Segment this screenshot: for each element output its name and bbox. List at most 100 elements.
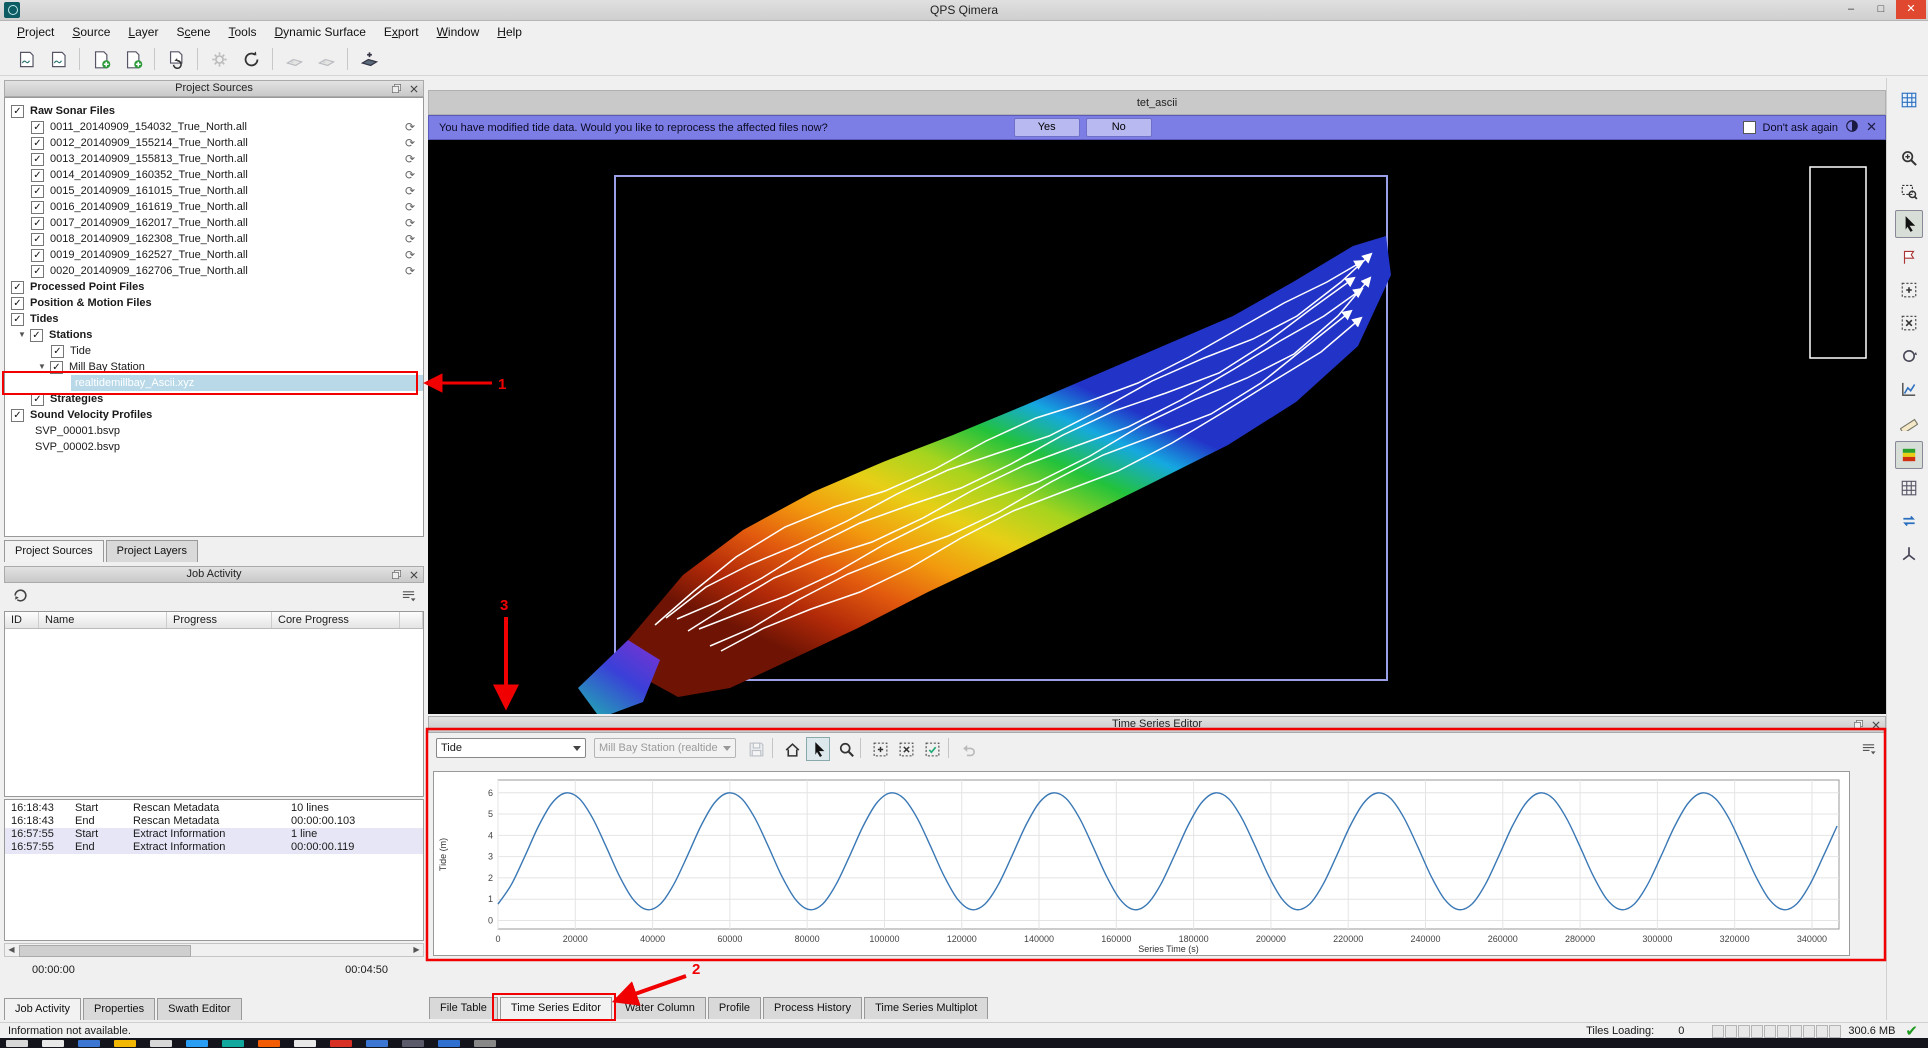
tree-item[interactable]: ✓0019_20140909_162527_True_North.all⟳ <box>5 247 423 263</box>
menu-item-export[interactable]: Export <box>375 22 428 42</box>
no-button[interactable]: No <box>1086 118 1152 137</box>
checkbox[interactable]: ✓ <box>31 201 44 214</box>
project-sources-tree[interactable]: ✓Raw Sonar Files✓0011_20140909_154032_Tr… <box>4 97 424 537</box>
tree-item[interactable]: ▼✓Stations <box>5 327 423 343</box>
taskbar-app-icon[interactable] <box>42 1040 64 1047</box>
scroll-left-icon[interactable]: ◀ <box>5 944 18 956</box>
zoom-in-icon[interactable] <box>1895 144 1923 172</box>
checkbox[interactable]: ✓ <box>11 409 24 422</box>
checkbox[interactable]: ✓ <box>31 393 44 406</box>
panel-menu-icon[interactable] <box>1861 741 1876 759</box>
close-notification-icon[interactable] <box>1866 121 1877 135</box>
column-header-progress[interactable]: Progress <box>167 612 272 628</box>
checkbox[interactable]: ✓ <box>31 249 44 262</box>
tide-chart[interactable]: 0200004000060000800001000001200001400001… <box>433 771 1850 956</box>
menu-item-scene[interactable]: Scene <box>167 22 219 42</box>
column-header-name[interactable]: Name <box>39 612 167 628</box>
delete-selection-icon[interactable] <box>894 737 918 761</box>
tree-item[interactable]: ✓0017_20140909_162017_True_North.all⟳ <box>5 215 423 231</box>
job-activity-log[interactable]: 16:18:43StartRescan Metadata10 lines16:1… <box>4 799 424 941</box>
build-dynamic-surface-icon[interactable] <box>280 45 308 73</box>
select-cursor-icon[interactable] <box>806 737 830 761</box>
checkbox[interactable]: ✓ <box>11 313 24 326</box>
checkbox[interactable]: ✓ <box>30 329 43 342</box>
tab-process-history[interactable]: Process History <box>763 997 862 1019</box>
menu-item-window[interactable]: Window <box>428 22 489 42</box>
scroll-right-icon[interactable]: ▶ <box>410 944 423 956</box>
windows-taskbar[interactable] <box>0 1038 1928 1048</box>
taskbar-app-icon[interactable] <box>438 1040 460 1047</box>
minimize-icon[interactable]: – <box>1836 0 1866 19</box>
checkbox[interactable]: ✓ <box>11 297 24 310</box>
taskbar-app-icon[interactable] <box>474 1040 496 1047</box>
menu-item-help[interactable]: Help <box>488 22 531 42</box>
tab-profile[interactable]: Profile <box>708 997 761 1019</box>
checkbox[interactable]: ✓ <box>11 281 24 294</box>
menu-item-tools[interactable]: Tools <box>219 22 265 42</box>
menu-item-project[interactable]: Project <box>8 22 63 42</box>
home-view-icon[interactable] <box>780 737 804 761</box>
select-cursor-icon[interactable] <box>1895 210 1923 238</box>
tab-time-series-editor[interactable]: Time Series Editor <box>500 997 612 1019</box>
column-header-id[interactable]: ID <box>5 612 39 628</box>
colormap-icon[interactable] <box>1895 441 1923 469</box>
tree-item[interactable]: ✓0018_20140909_162308_True_North.all⟳ <box>5 231 423 247</box>
tree-item[interactable]: ✓Position & Motion Files <box>5 295 423 311</box>
close-panel-icon[interactable] <box>407 568 420 581</box>
tree-item[interactable]: ✓Tide <box>5 343 423 359</box>
title-bar[interactable]: QPS Qimera – □ ✕ <box>0 0 1928 21</box>
tree-item[interactable]: ✓0011_20140909_154032_True_North.all⟳ <box>5 119 423 135</box>
menu-item-dynamic-surface[interactable]: Dynamic Surface <box>266 22 375 42</box>
checkbox[interactable]: ✓ <box>31 185 44 198</box>
tab-swath-editor[interactable]: Swath Editor <box>157 998 241 1020</box>
checkbox[interactable]: ✓ <box>31 217 44 230</box>
tree-item[interactable]: ✓Tides <box>5 311 423 327</box>
rotate-view-icon[interactable] <box>1895 342 1923 370</box>
zoom-window-icon[interactable] <box>1895 177 1923 205</box>
expander-icon[interactable]: ▼ <box>37 362 47 372</box>
taskbar-app-icon[interactable] <box>330 1040 352 1047</box>
add-raw-file-icon[interactable] <box>87 45 115 73</box>
float-panel-icon[interactable] <box>390 568 403 581</box>
close-icon[interactable]: ✕ <box>1896 0 1926 19</box>
tree-item[interactable]: ✓0012_20140909_155214_True_North.all⟳ <box>5 135 423 151</box>
add-raw-sonar-files-icon[interactable] <box>12 45 40 73</box>
tree-item-selected[interactable]: realtidemillbay_Ascii.xyz <box>5 375 423 391</box>
taskbar-app-icon[interactable] <box>294 1040 316 1047</box>
expander-icon[interactable]: ▼ <box>17 330 27 340</box>
tree-item[interactable]: ✓0020_20140909_162706_True_North.all⟳ <box>5 263 423 279</box>
profile-chart-icon[interactable] <box>1895 375 1923 403</box>
sync-icon[interactable]: ⟳ <box>405 152 415 166</box>
reprocess-icon[interactable] <box>237 45 265 73</box>
series-type-dropdown[interactable]: Tide <box>436 738 586 758</box>
close-panel-icon[interactable] <box>407 82 420 95</box>
swap-views-icon[interactable] <box>1895 507 1923 535</box>
tab-project-sources[interactable]: Project Sources <box>4 540 104 562</box>
checkbox[interactable]: ✓ <box>51 345 64 358</box>
taskbar-app-icon[interactable] <box>6 1040 28 1047</box>
taskbar-app-icon[interactable] <box>366 1040 388 1047</box>
tree-item[interactable]: ✓0016_20140909_161619_True_North.all⟳ <box>5 199 423 215</box>
column-header-core-progress[interactable]: Core Progress <box>272 612 400 628</box>
job-activity-table[interactable]: IDNameProgressCore Progress <box>4 611 424 797</box>
checkbox[interactable]: ✓ <box>31 137 44 150</box>
tab-project-layers[interactable]: Project Layers <box>106 540 198 562</box>
taskbar-app-icon[interactable] <box>114 1040 136 1047</box>
checkbox[interactable]: ✓ <box>31 169 44 182</box>
sync-icon[interactable]: ⟳ <box>405 184 415 198</box>
select-rect-icon[interactable] <box>1895 276 1923 304</box>
tree-item[interactable]: ✓Processed Point Files <box>5 279 423 295</box>
scene-3d-view[interactable] <box>428 140 1886 714</box>
taskbar-app-icon[interactable] <box>402 1040 424 1047</box>
menu-item-layer[interactable]: Layer <box>119 22 167 42</box>
tree-item[interactable]: ✓0013_20140909_155813_True_North.all⟳ <box>5 151 423 167</box>
tree-item[interactable]: ✓0015_20140909_161015_True_North.all⟳ <box>5 183 423 199</box>
log-row[interactable]: 16:18:43StartRescan Metadata10 lines <box>5 802 423 815</box>
interrogate-icon[interactable] <box>1895 243 1923 271</box>
select-polygon-icon[interactable] <box>1895 309 1923 337</box>
checkbox[interactable]: ✓ <box>31 121 44 134</box>
log-row[interactable]: 16:57:55StartExtract Information1 line <box>5 828 423 841</box>
tree-item[interactable]: SVP_00001.bsvp <box>5 423 423 439</box>
taskbar-app-icon[interactable] <box>258 1040 280 1047</box>
close-panel-icon[interactable] <box>1869 718 1882 731</box>
